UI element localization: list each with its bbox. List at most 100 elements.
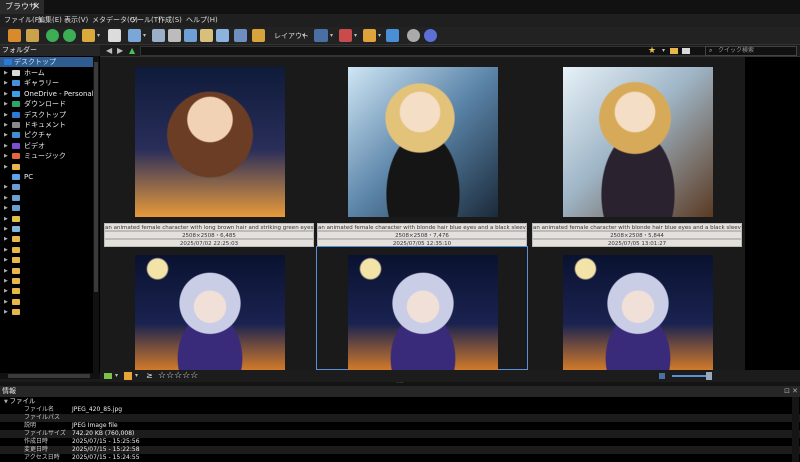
print-icon[interactable] xyxy=(168,29,181,42)
info-scrollbar[interactable] xyxy=(792,397,799,462)
expand-arrow-icon[interactable]: ▶ xyxy=(4,307,8,317)
folder-tree-hscrollbar[interactable] xyxy=(0,373,100,379)
expand-arrow-icon[interactable]: ▶ xyxy=(4,214,8,224)
email-icon[interactable] xyxy=(252,29,265,42)
thumbnail-image[interactable] xyxy=(563,255,713,370)
thumbnail-image[interactable] xyxy=(135,255,285,370)
sort-dropdown-caret[interactable]: ▾ xyxy=(378,27,381,45)
property-row[interactable]: ファイルパス xyxy=(0,414,800,422)
view-dropdown-caret[interactable]: ▾ xyxy=(330,27,333,45)
filter-dropdown-caret[interactable]: ▾ xyxy=(135,370,138,382)
up-folder-icon[interactable]: ▲ xyxy=(129,45,135,57)
folder-item[interactable]: ▶ xyxy=(0,297,96,307)
hscrollbar-thumb[interactable] xyxy=(8,374,90,378)
expand-arrow-icon[interactable]: ▶ xyxy=(4,266,8,276)
menu-tools[interactable]: ツール(T) xyxy=(130,14,161,27)
zoom-slider-thumb[interactable] xyxy=(706,372,712,380)
close-tab-icon[interactable]: ✕ xyxy=(32,0,40,14)
expand-arrow-icon[interactable]: ▶ xyxy=(4,151,8,161)
slideshow-icon[interactable] xyxy=(184,29,197,42)
thumbnail-image[interactable] xyxy=(563,67,713,217)
expand-arrow-icon[interactable]: ▶ xyxy=(4,110,8,120)
menu-file[interactable]: ファイル(F) xyxy=(4,14,42,27)
folder-item[interactable]: ▶ ドキュメント xyxy=(0,120,96,130)
thumbnail-image[interactable] xyxy=(348,67,498,217)
folder-item[interactable]: ▶ ミュージック xyxy=(0,151,96,161)
folder-item[interactable]: ▶ OneDrive - Personal xyxy=(0,89,96,99)
flag-icon[interactable] xyxy=(386,29,399,42)
rating-operator[interactable]: ≥ xyxy=(146,370,153,382)
expand-arrow-icon[interactable]: ▶ xyxy=(4,141,8,151)
layout-dropdown-caret[interactable]: ▾ xyxy=(302,27,305,45)
edit-icon[interactable] xyxy=(152,29,165,42)
tag-dropdown-caret[interactable]: ▾ xyxy=(115,370,118,382)
sync-icon[interactable] xyxy=(63,29,76,42)
expand-arrow-icon[interactable]: ▶ xyxy=(4,224,8,234)
expand-arrow-icon[interactable]: ▶ xyxy=(4,89,8,99)
folder-item[interactable]: ▶ xyxy=(0,245,96,255)
expand-arrow-icon[interactable]: ▶ xyxy=(4,193,8,203)
folder-item[interactable]: PC xyxy=(0,172,96,182)
path-input[interactable] xyxy=(140,46,730,56)
folder-item[interactable]: ▶ デスクトップ xyxy=(0,110,96,120)
folder-item[interactable]: ▶ ギャラリー xyxy=(0,78,96,88)
trash-icon[interactable] xyxy=(234,29,247,42)
folder-item[interactable]: ▶ xyxy=(0,224,96,234)
filter-icon[interactable] xyxy=(682,48,690,54)
thumbnail-item[interactable] xyxy=(531,246,743,370)
folder-item[interactable]: ▶ xyxy=(0,214,96,224)
pin-icon[interactable]: ⊡ xyxy=(784,386,790,397)
folder-item[interactable]: ▶ xyxy=(0,203,96,213)
expand-arrow-icon[interactable]: ▶ xyxy=(4,99,8,109)
browser-tab[interactable]: ブラウザ ✕ xyxy=(0,0,44,14)
document-icon[interactable] xyxy=(108,29,121,42)
expand-arrow-icon[interactable]: ▶ xyxy=(4,276,8,286)
rating-stars[interactable]: ☆☆☆☆☆ xyxy=(158,370,198,382)
gear-icon[interactable] xyxy=(407,29,420,42)
find-dropdown-caret[interactable]: ▾ xyxy=(143,27,146,45)
filter-icon[interactable] xyxy=(124,372,132,380)
expand-arrow-icon[interactable]: ▶ xyxy=(4,78,8,88)
thumbnail-item[interactable] xyxy=(103,246,315,370)
folder-item[interactable]: ▶ xyxy=(0,255,96,265)
expand-arrow-icon[interactable]: ▶ xyxy=(4,120,8,130)
back-icon[interactable]: ◀ xyxy=(106,45,112,57)
thumbnail-item[interactable]: an animated female character with blonde… xyxy=(531,57,743,247)
expand-arrow-icon[interactable]: ▶ xyxy=(4,286,8,296)
thumbnail-item[interactable]: an animated female character with long b… xyxy=(103,57,315,247)
property-row[interactable]: 変更日時 2025/07/15 - 15:22:58 xyxy=(0,446,800,454)
scrollbar-thumb[interactable] xyxy=(94,62,98,292)
folder-item[interactable]: ▶ ビデオ xyxy=(0,141,96,151)
menu-view[interactable]: 表示(V) xyxy=(64,14,88,27)
expand-arrow-icon[interactable]: ▶ xyxy=(4,255,8,265)
folder-item[interactable]: ▶ xyxy=(0,234,96,244)
thumbnail-item[interactable]: an animated female character with blonde… xyxy=(316,57,528,247)
folder-item[interactable]: ▶ xyxy=(0,307,96,317)
refresh-icon[interactable] xyxy=(46,29,59,42)
expand-arrow-icon[interactable]: ▶ xyxy=(4,245,8,255)
expand-arrow-icon[interactable]: ▶ xyxy=(4,68,8,78)
copy-icon[interactable] xyxy=(216,29,229,42)
folder-root[interactable]: デスクトップ xyxy=(0,57,96,67)
view-mode-icon[interactable] xyxy=(314,29,328,42)
folder-icon[interactable] xyxy=(670,48,678,54)
export-icon[interactable] xyxy=(200,29,213,42)
folder-item[interactable]: ▶ xyxy=(0,276,96,286)
expand-arrow-icon[interactable]: ▶ xyxy=(4,297,8,307)
help-icon[interactable] xyxy=(424,29,437,42)
close-panel-icon[interactable]: ✕ xyxy=(792,386,798,397)
folder-item[interactable]: ▶ ピクチャ xyxy=(0,130,96,140)
folder-item[interactable]: ▶ ホーム xyxy=(0,68,96,78)
folder-dropdown-caret[interactable]: ▾ xyxy=(97,27,100,45)
expand-arrow-icon[interactable]: ▶ xyxy=(4,162,8,172)
folder-item[interactable]: ▶ xyxy=(0,286,96,296)
open-icon[interactable] xyxy=(8,29,21,42)
expand-arrow-icon[interactable]: ▶ xyxy=(4,182,8,192)
grid-dropdown-caret[interactable]: ▾ xyxy=(354,27,357,45)
binoculars-icon[interactable] xyxy=(128,29,141,42)
property-row[interactable]: アクセス日時 2025/07/15 - 15:24:55 xyxy=(0,454,800,462)
forward-icon[interactable]: ▶ xyxy=(117,45,123,57)
folder-item[interactable]: ▶ ダウンロード xyxy=(0,99,96,109)
save-icon[interactable] xyxy=(26,29,39,42)
expand-arrow-icon[interactable]: ▶ xyxy=(4,130,8,140)
